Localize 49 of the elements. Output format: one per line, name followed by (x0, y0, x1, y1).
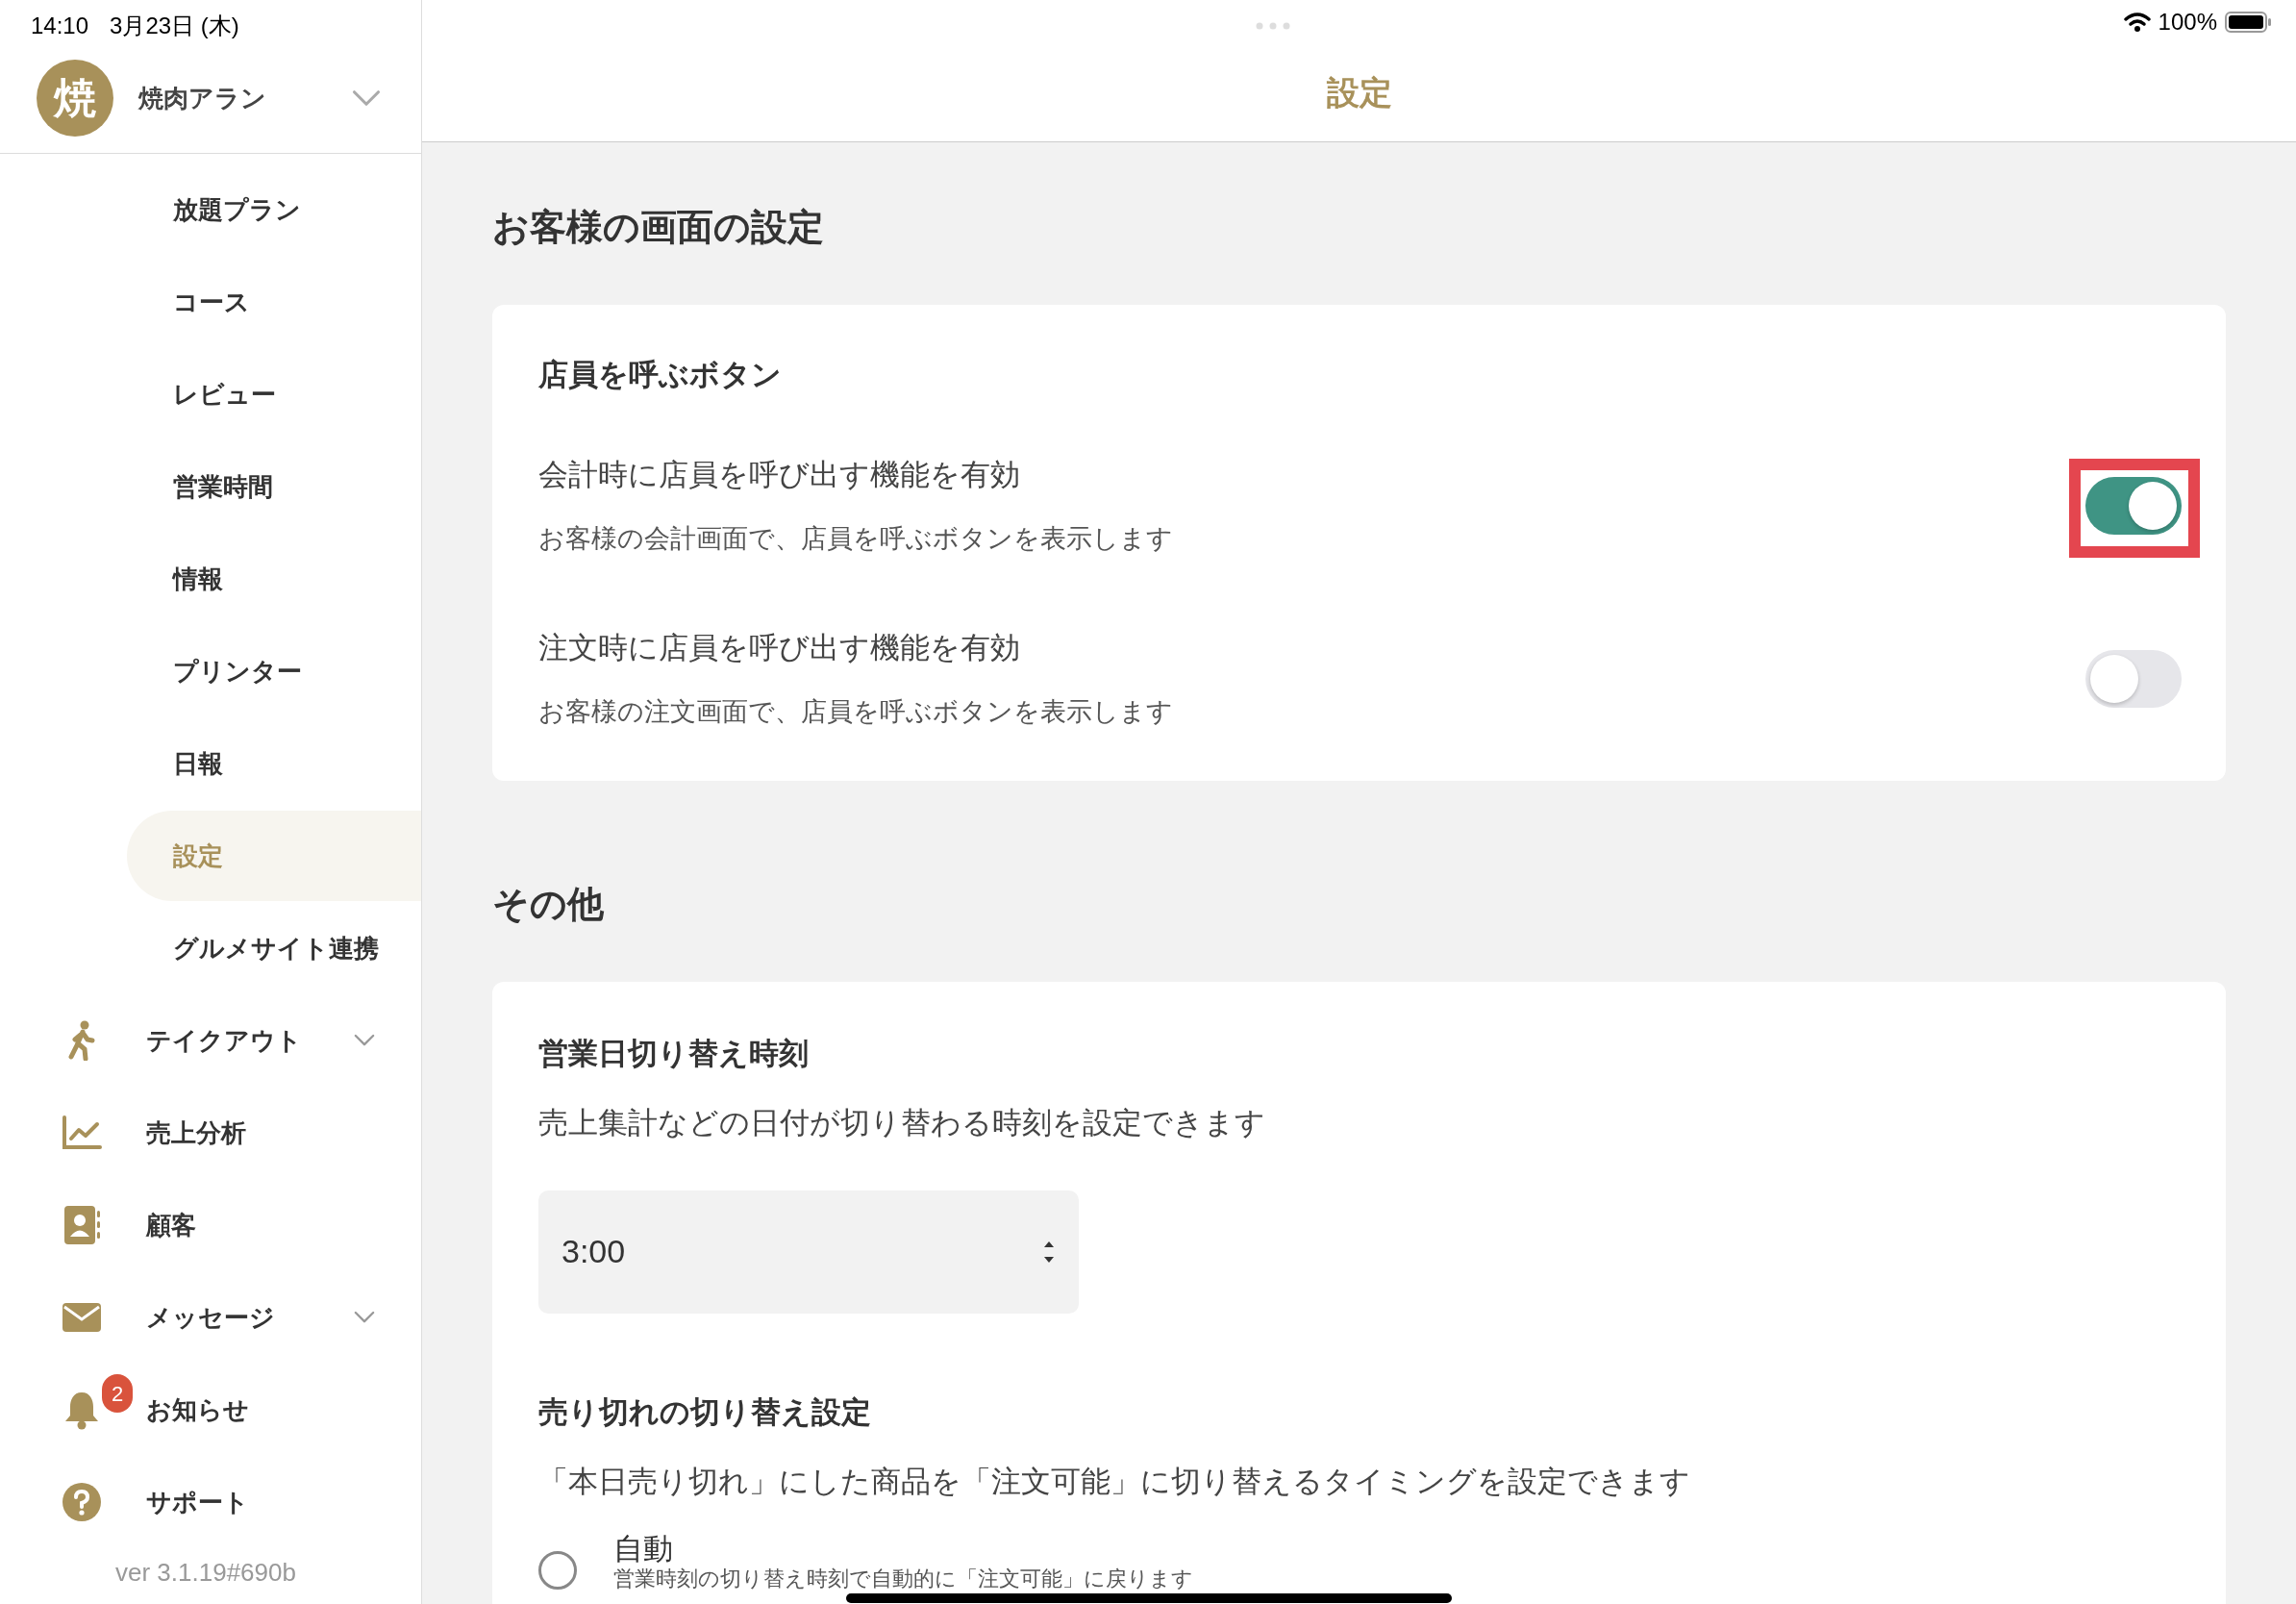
sidebar-item[interactable]: 日報 (127, 718, 421, 809)
section-heading: その他 (492, 882, 605, 926)
help-icon (62, 1483, 101, 1521)
section-heading: お客様の画面の設定 (492, 206, 825, 249)
sidebar-item[interactable]: コース (127, 257, 421, 347)
sidebar-nav-item[interactable]: 売上分析 (146, 1114, 246, 1152)
sidebar-item[interactable]: 営業時間 (127, 441, 421, 532)
battery-icon (2225, 12, 2271, 33)
block-description: 売上集計などの日付が切り替わる時刻を設定できます (538, 1105, 1266, 1141)
bell-icon (63, 1390, 100, 1430)
battery-percentage: 100% (2158, 8, 2217, 37)
block-title: 営業日切り替え時刻 (538, 1035, 810, 1072)
sidebar-nav-item[interactable]: 顧客 (146, 1206, 196, 1244)
sidebar-nav-item[interactable]: メッセージ (146, 1298, 275, 1337)
sidebar-nav-item[interactable]: お知らせ (146, 1391, 249, 1429)
home-indicator[interactable] (846, 1593, 1452, 1603)
sidebar-nav-item[interactable]: テイクアウト (146, 1021, 302, 1060)
time-select[interactable]: 3:00 (538, 1190, 1079, 1314)
contact-book-icon (62, 1205, 101, 1245)
option-label: 自動 (613, 1531, 674, 1566)
option-description: 営業時刻の切り替え時刻で自動的に「注文可能」に戻ります (613, 1566, 1193, 1591)
sidebar-item[interactable]: グルメサイト連携 (127, 903, 421, 993)
sidebar-item[interactable]: レビュー (127, 349, 421, 439)
chevron-down-icon (354, 1034, 375, 1047)
chevron-down-icon (354, 1311, 375, 1324)
sidebar-nav-item[interactable]: サポート (146, 1483, 249, 1521)
notification-badge: 2 (102, 1374, 133, 1413)
sidebar-item[interactable]: 情報 (127, 534, 421, 624)
setting-label: 会計時に店員を呼び出す機能を有効 (538, 457, 1021, 493)
version-label: ver 3.1.19#690b (115, 1557, 296, 1589)
sidebar-item[interactable]: プリンター (127, 626, 421, 716)
status-time: 14:10 (31, 12, 89, 40)
status-date: 3月23日 (木) (110, 12, 239, 40)
setting-label: 注文時に店員を呼び出す機能を有効 (538, 630, 1021, 666)
store-name[interactable]: 焼肉アラン (138, 79, 266, 117)
card-title: 店員を呼ぶボタン (538, 357, 783, 393)
walking-person-icon (66, 1020, 97, 1061)
block-description: 「本日売り切れ」にした商品を「注文可能」に切り替えるタイミングを設定できます (538, 1464, 1691, 1500)
sidebar-item[interactable]: 放題プラン (127, 164, 421, 255)
chevron-down-icon (352, 89, 381, 107)
wifi-icon (2123, 13, 2151, 32)
setting-description: お客様の会計画面で、店員を呼ぶボタンを表示します (538, 522, 1174, 555)
setting-description: お客様の注文画面で、店員を呼ぶボタンを表示します (538, 695, 1174, 728)
radio-button[interactable] (538, 1550, 577, 1590)
block-title: 売り切れの切り替え設定 (538, 1393, 872, 1431)
page-title: 設定 (1326, 72, 1392, 113)
line-chart-icon (62, 1115, 102, 1150)
envelope-icon (62, 1302, 102, 1333)
store-avatar: 焼 (37, 60, 113, 137)
